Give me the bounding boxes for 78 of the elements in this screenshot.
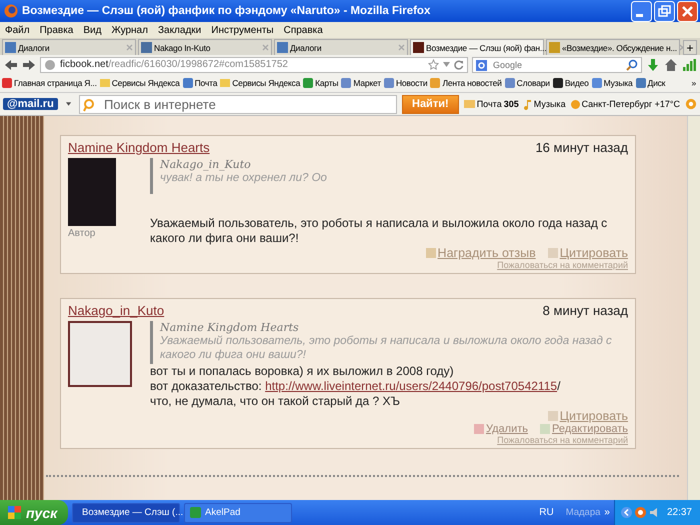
home-icon[interactable] bbox=[664, 58, 678, 72]
quote-text: чувак! а ты не охренел ли? Оо bbox=[160, 171, 328, 185]
browser-tab[interactable]: Возмездие — Слэш (яой) фан... bbox=[410, 39, 544, 55]
bookmark-item[interactable]: Карты bbox=[303, 78, 338, 88]
reload-icon[interactable] bbox=[454, 60, 464, 70]
taskbar-task[interactable]: AkelPad bbox=[184, 502, 292, 522]
quote-author: Nakago_in_Kuto bbox=[160, 158, 252, 171]
music-note-icon bbox=[524, 98, 532, 110]
minimize-icon[interactable] bbox=[631, 0, 652, 22]
mailru-logo[interactable]: @mail.ru bbox=[3, 98, 58, 110]
comment-time: 16 минут назад bbox=[535, 140, 628, 155]
weather-link[interactable]: Санкт-Петербург +17°C bbox=[570, 99, 680, 109]
music-link[interactable]: Музыка bbox=[524, 98, 566, 110]
author-link[interactable]: Nakago_in_Kuto bbox=[68, 303, 164, 318]
search-icon[interactable] bbox=[626, 58, 638, 70]
signal-bars-icon[interactable] bbox=[682, 58, 696, 72]
menu-item[interactable]: Справка bbox=[284, 24, 323, 36]
browser-tab[interactable]: «Возмездие». Обсуждение н... bbox=[546, 39, 680, 55]
comment-text: Уважаемый пользователь, это роботы я написала и выложила около года назад с какого ли фига они ваши?! bbox=[150, 216, 608, 246]
browser-tab[interactable]: Диалоги bbox=[274, 39, 408, 55]
bookmark-item[interactable]: Видео bbox=[552, 78, 589, 88]
taskbar-task[interactable]: Возмездие — Слэш (... bbox=[72, 502, 180, 522]
search-icon bbox=[82, 98, 97, 112]
dropdown-icon[interactable] bbox=[66, 102, 71, 106]
comment-text: вот ты и попалась воровка) я их выложил в 2008 году) bbox=[150, 364, 455, 379]
back-icon[interactable] bbox=[4, 58, 18, 70]
menu-item[interactable]: Файл bbox=[5, 24, 30, 36]
speaker-icon[interactable] bbox=[648, 507, 660, 518]
settings-icon[interactable] bbox=[685, 97, 698, 111]
menu-item[interactable]: Вид bbox=[83, 24, 102, 36]
language-indicator[interactable]: RU bbox=[539, 507, 554, 518]
firefox-icon bbox=[4, 4, 18, 18]
search-field[interactable]: Google bbox=[472, 56, 642, 72]
comment-time: 8 минут назад bbox=[542, 303, 628, 318]
bookmark-item[interactable]: Сервисы Яндекса bbox=[100, 78, 180, 88]
browser-tab[interactable]: Nakago In-Kuto bbox=[138, 39, 272, 55]
bookmark-item[interactable]: Маркет bbox=[341, 78, 381, 88]
download-icon[interactable] bbox=[646, 58, 660, 72]
quote-text: Уважаемый пользователь, это роботы я написала и выложила около года назад с какого ли фига они ваши?! bbox=[160, 334, 613, 362]
comment-text: что, не думала, что он такой старый да ? ХЪ bbox=[150, 394, 402, 409]
bookmark-item[interactable]: Почта bbox=[182, 78, 218, 88]
avatar-placeholder bbox=[68, 321, 132, 387]
author-link[interactable]: Namine Kingdom Hearts bbox=[68, 140, 210, 155]
menu-item[interactable]: Закладки bbox=[158, 24, 202, 36]
dropdown-icon[interactable] bbox=[443, 62, 450, 67]
toolbar-label: Мадара bbox=[566, 507, 600, 518]
quote-author: Namine Kingdom Hearts bbox=[160, 321, 300, 334]
web-search-field[interactable]: Поиск в интернете bbox=[78, 94, 397, 114]
bookmarks-overflow-button[interactable]: » bbox=[691, 78, 700, 88]
toolbar-overflow-button[interactable]: » bbox=[604, 507, 610, 518]
bookmark-item[interactable]: Диск bbox=[636, 78, 666, 88]
scrollbar[interactable] bbox=[687, 116, 700, 500]
menu-item[interactable]: Инструменты bbox=[211, 24, 274, 36]
forward-icon[interactable] bbox=[22, 58, 36, 70]
bookmark-item[interactable]: Сервисы Яндекса bbox=[220, 78, 300, 88]
author-label: Автор bbox=[68, 228, 96, 239]
window-title: Возмездие — Слэш (яой) фанфик по фэндому «Naruto» - Mozilla Firefox bbox=[22, 5, 432, 17]
search-engine-icon[interactable] bbox=[476, 60, 487, 70]
bookmark-item[interactable]: Лента новостей bbox=[430, 78, 502, 88]
comment-text: вот доказательство: http://www.liveinternet.ru/users/2440796/post70542115/ bbox=[150, 379, 562, 394]
mail-link[interactable]: Почта 305 bbox=[464, 99, 519, 109]
maximize-icon[interactable] bbox=[654, 0, 675, 22]
start-button[interactable]: пуск bbox=[0, 500, 68, 525]
clock: 22:37 bbox=[666, 507, 692, 518]
address-field[interactable]: ficbook.net/readfic/616030/1998672#com15851752 bbox=[40, 56, 468, 72]
comment-link[interactable]: http://www.liveinternet.ru/users/2440796/post70542115 bbox=[265, 379, 558, 393]
menu-item[interactable]: Правка bbox=[40, 24, 74, 36]
avatar-placeholder bbox=[68, 158, 116, 226]
browser-tab[interactable]: Диалоги bbox=[2, 39, 136, 55]
new-tab-button[interactable]: + bbox=[683, 40, 697, 55]
bookmark-item[interactable]: Новости bbox=[384, 78, 428, 88]
bookmark-item[interactable]: Словари bbox=[504, 78, 550, 88]
bookmark-item[interactable]: Музыка bbox=[592, 78, 633, 88]
star-icon[interactable] bbox=[428, 59, 439, 70]
tray-app-icon[interactable] bbox=[634, 507, 646, 518]
bookmark-item[interactable]: Главная страница Я... bbox=[2, 78, 97, 88]
globe-icon bbox=[44, 58, 56, 70]
menu-item[interactable]: Журнал bbox=[111, 24, 148, 36]
